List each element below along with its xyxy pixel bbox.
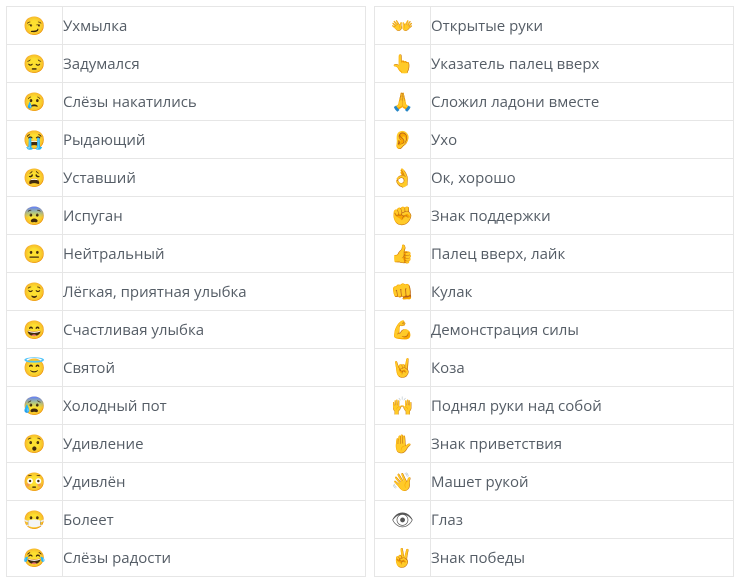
emoji-label: Слёзы радости <box>63 539 366 577</box>
table-row: 👆Указатель палец вверх <box>375 45 734 83</box>
emoji-icon: 👋 <box>375 463 431 501</box>
emoji-icon: 😏 <box>7 7 63 45</box>
emoji-icon: ✌ <box>375 539 431 577</box>
emoji-label: Ухо <box>431 121 734 159</box>
table-row: 😨Испуган <box>7 197 366 235</box>
emoji-icon: 😌 <box>7 273 63 311</box>
emoji-label: Уставший <box>63 159 366 197</box>
table-row: ✊Знак поддержки <box>375 197 734 235</box>
emoji-label: Ухмылка <box>63 7 366 45</box>
table-row: 😰Холодный пот <box>7 387 366 425</box>
table-row: 👊Кулак <box>375 273 734 311</box>
table-row: 😌Лёгкая, приятная улыбка <box>7 273 366 311</box>
emoji-label: Слёзы накатились <box>63 83 366 121</box>
emoji-icon: 😩 <box>7 159 63 197</box>
emoji-icon: 👆 <box>375 45 431 83</box>
emoji-icon: 👐 <box>375 7 431 45</box>
table-row: 😐Нейтральный <box>7 235 366 273</box>
table-row: 👌Ок, хорошо <box>375 159 734 197</box>
emoji-icon: 😢 <box>7 83 63 121</box>
emoji-label: Холодный пот <box>63 387 366 425</box>
emoji-icon: 😨 <box>7 197 63 235</box>
table-row: 😔Задумался <box>7 45 366 83</box>
table-row: 😯Удивление <box>7 425 366 463</box>
emoji-label: Коза <box>431 349 734 387</box>
emoji-label: Знак поддержки <box>431 197 734 235</box>
emoji-label: Поднял руки над собой <box>431 387 734 425</box>
emoji-label: Палец вверх, лайк <box>431 235 734 273</box>
emoji-label: Глаз <box>431 501 734 539</box>
emoji-icon: ✋ <box>375 425 431 463</box>
emoji-label: Демонстрация силы <box>431 311 734 349</box>
emoji-icon: 🙏 <box>375 83 431 121</box>
emoji-icon: 😇 <box>7 349 63 387</box>
table-row: ✌Знак победы <box>375 539 734 577</box>
emoji-label: Рыдающий <box>63 121 366 159</box>
emoji-tables: 😏Ухмылка 😔Задумался 😢Слёзы накатились 😭Р… <box>6 6 734 577</box>
emoji-label: Указатель палец вверх <box>431 45 734 83</box>
emoji-icon: 😰 <box>7 387 63 425</box>
table-row: 😷Болеет <box>7 501 366 539</box>
emoji-icon: 😭 <box>7 121 63 159</box>
table-row: 😩Уставший <box>7 159 366 197</box>
emoji-label: Ок, хорошо <box>431 159 734 197</box>
emoji-label: Святой <box>63 349 366 387</box>
table-row: 👋Машет рукой <box>375 463 734 501</box>
emoji-icon: 💪 <box>375 311 431 349</box>
emoji-label: Болеет <box>63 501 366 539</box>
table-row: 😇Святой <box>7 349 366 387</box>
emoji-label: Сложил ладони вместе <box>431 83 734 121</box>
emoji-table-left: 😏Ухмылка 😔Задумался 😢Слёзы накатились 😭Р… <box>6 6 366 577</box>
table-row: 👐Открытые руки <box>375 7 734 45</box>
emoji-label: Удивление <box>63 425 366 463</box>
table-row: ✋Знак приветствия <box>375 425 734 463</box>
emoji-icon: 👌 <box>375 159 431 197</box>
emoji-label: Лёгкая, приятная улыбка <box>63 273 366 311</box>
emoji-label: Нейтральный <box>63 235 366 273</box>
table-row: 💪Демонстрация силы <box>375 311 734 349</box>
emoji-icon: 👍 <box>375 235 431 273</box>
table-row: 🙏Сложил ладони вместе <box>375 83 734 121</box>
emoji-icon: 😷 <box>7 501 63 539</box>
table-row: 😳Удивлён <box>7 463 366 501</box>
emoji-label: Счастливая улыбка <box>63 311 366 349</box>
emoji-label: Знак победы <box>431 539 734 577</box>
emoji-label: Знак приветствия <box>431 425 734 463</box>
emoji-label: Открытые руки <box>431 7 734 45</box>
table-row: 👂Ухо <box>375 121 734 159</box>
emoji-icon: 😂 <box>7 539 63 577</box>
emoji-label: Задумался <box>63 45 366 83</box>
emoji-icon: 🤘 <box>375 349 431 387</box>
emoji-icon: ✊ <box>375 197 431 235</box>
emoji-icon: 😳 <box>7 463 63 501</box>
emoji-icon: 😔 <box>7 45 63 83</box>
emoji-icon: 👊 <box>375 273 431 311</box>
emoji-icon: 🙌 <box>375 387 431 425</box>
emoji-icon: 😄 <box>7 311 63 349</box>
emoji-label: Удивлён <box>63 463 366 501</box>
table-row: 🤘Коза <box>375 349 734 387</box>
emoji-icon: 👂 <box>375 121 431 159</box>
emoji-icon: 😐 <box>7 235 63 273</box>
table-row: 👍Палец вверх, лайк <box>375 235 734 273</box>
table-row: 😂Слёзы радости <box>7 539 366 577</box>
table-row: 👁Глаз <box>375 501 734 539</box>
table-row: 😢Слёзы накатились <box>7 83 366 121</box>
emoji-table-right: 👐Открытые руки 👆Указатель палец вверх 🙏С… <box>374 6 734 577</box>
table-row: 🙌Поднял руки над собой <box>375 387 734 425</box>
table-row: 😄Счастливая улыбка <box>7 311 366 349</box>
emoji-label: Кулак <box>431 273 734 311</box>
emoji-icon: 👁 <box>375 501 431 539</box>
emoji-icon: 😯 <box>7 425 63 463</box>
table-row: 😏Ухмылка <box>7 7 366 45</box>
emoji-label: Испуган <box>63 197 366 235</box>
table-row: 😭Рыдающий <box>7 121 366 159</box>
emoji-label: Машет рукой <box>431 463 734 501</box>
